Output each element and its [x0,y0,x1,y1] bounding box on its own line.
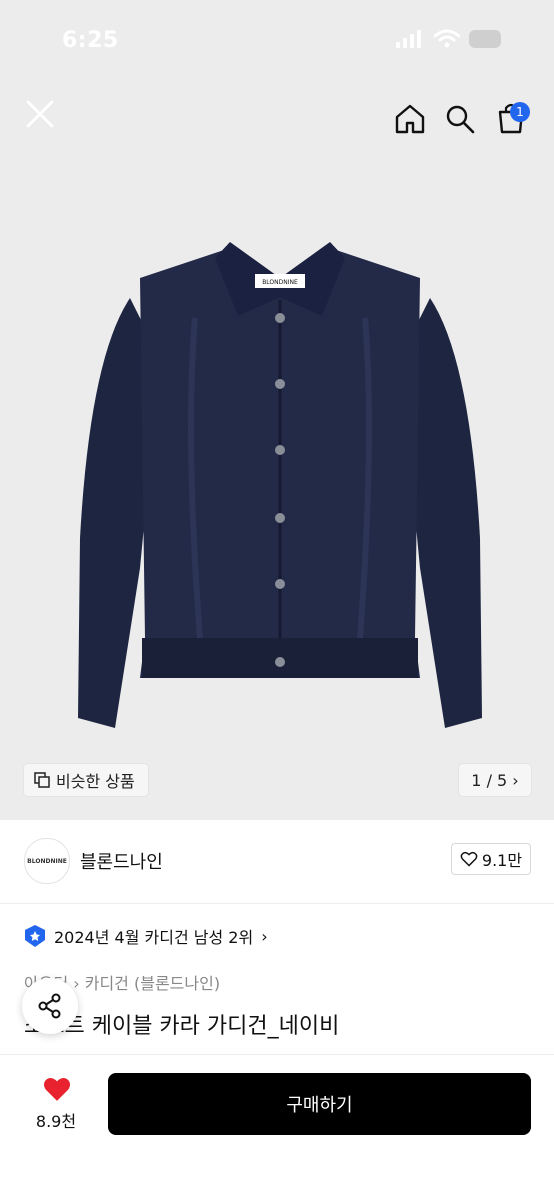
product-image: BLONDNINE [78,242,482,728]
brand-logo[interactable]: BLONDNINE [24,838,70,884]
home-icon[interactable] [394,103,426,135]
cellular-signal-icon [396,30,421,48]
chevron-right-icon: › [261,926,268,946]
wishlist-count: 8.9천 [35,1112,77,1131]
ranking-link[interactable]: 2024년 4월 카디건 남성 2위 › [24,924,268,948]
search-icon[interactable] [445,104,475,134]
heart-icon[interactable] [42,1076,72,1102]
status-time: 6:25 [62,28,119,53]
buy-button[interactable]: 구매하기 [108,1073,531,1135]
image-pager[interactable]: 1 / 5 › [459,764,531,796]
divider [0,903,554,904]
cart-count-badge: 1 [510,102,530,122]
wifi-icon [434,29,460,48]
rank-text: 2024년 4월 카디건 남성 2위 [54,928,254,947]
rank-badge-icon [25,925,45,947]
status-bar: 6:25 [0,0,554,80]
close-icon[interactable] [24,98,56,130]
brand-like-button[interactable]: 9.1만 [451,843,531,875]
share-icon [38,993,61,1019]
similar-products-button[interactable]: 비슷한 상품 [24,764,148,796]
similar-icon [34,772,50,788]
product-label: BLONDNINE [262,279,298,286]
similar-label: 비슷한 상품 [56,772,135,791]
battery-icon [469,30,501,48]
brand-name[interactable]: 블론드나인 [80,848,163,874]
heart-outline-icon [460,851,478,867]
brand-like-count: 9.1만 [481,851,523,870]
share-button[interactable] [22,978,78,1034]
